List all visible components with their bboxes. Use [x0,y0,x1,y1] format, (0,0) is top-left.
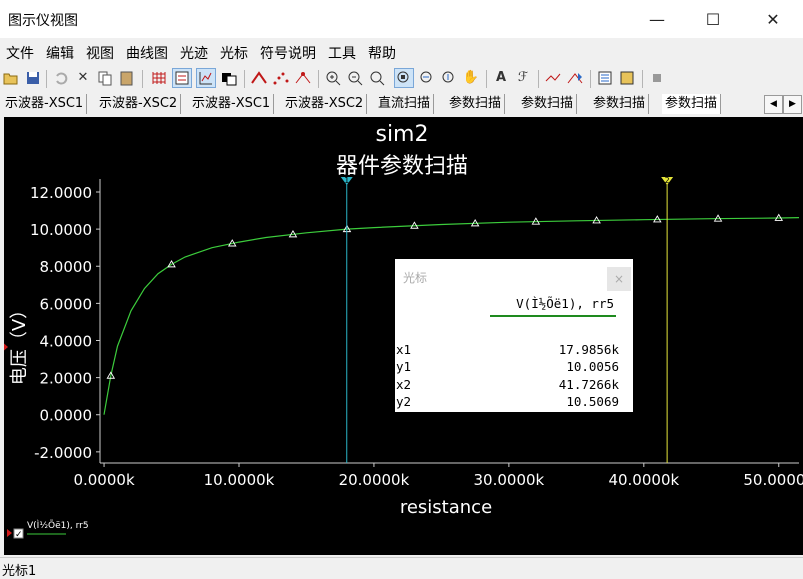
y-tick-label: 6.0000 [40,295,93,313]
tab-oscilloscope-xsc1[interactable]: 示波器-XSC1 [2,94,88,114]
zoom-area-icon[interactable] [394,68,414,88]
menu-file[interactable]: 文件 [0,40,40,63]
export-icon[interactable] [596,69,614,87]
graph-icon[interactable] [196,68,216,88]
x-tick-label: 10.0000k [204,471,275,489]
tab-param-sweep-3[interactable]: 参数扫描 [590,94,650,114]
status-text: 光标1 [2,564,37,579]
zoom-y-icon[interactable] [440,69,458,87]
chart-subtitle: 器件参数扫描 [336,154,468,179]
menu-legend[interactable]: 符号说明 [254,40,322,63]
zoom-fit-icon[interactable] [368,69,386,87]
tab-param-sweep-2[interactable]: 参数扫描 [518,94,578,114]
legend-icon[interactable] [172,68,192,88]
paste-icon[interactable] [118,69,136,87]
y-tick-label: 0.0000 [40,407,93,425]
markers-icon[interactable] [294,69,312,87]
tab-strip: 示波器-XSC1 示波器-XSC2 示波器-XSC1 示波器-XSC2 直流扫描… [0,93,803,115]
x-tick-label: 40.0000k [608,471,679,489]
tab-param-sweep-1[interactable]: 参数扫描 [446,94,506,114]
menu-help[interactable]: 帮助 [362,40,402,63]
minimize-button[interactable]: — [634,0,680,38]
tab-scroll-left-icon[interactable]: ◀ [764,95,783,114]
x-tick-label: 20.0000k [339,471,410,489]
y-tick-label: -2.0000 [34,444,92,462]
dots-icon[interactable] [272,69,290,87]
y-tick-label: 4.0000 [40,332,93,350]
text-icon[interactable]: A [492,69,510,87]
status-bar: 光标1 [0,557,803,579]
overlay-icon[interactable] [220,69,238,87]
legend-check-icon: ✓ [15,530,23,540]
pan-icon[interactable]: ✋ [462,69,480,87]
x-tick-label: 0.0000k [73,471,134,489]
copy-icon[interactable] [96,69,114,87]
tab-dc-sweep[interactable]: 直流扫描 [375,94,435,114]
chart-legend: ✓ V(Ì½Õë1), rr5 [4,517,124,547]
x-tick-label: 30.0000k [474,471,545,489]
stop-icon[interactable] [648,69,666,87]
zoom-out-icon[interactable] [346,69,364,87]
menu-graph[interactable]: 曲线图 [120,40,174,63]
cursor-panel-title: 光标 [403,271,428,285]
chart-title: sim2 [375,122,428,147]
window-title: 图示仪视图 [8,13,78,29]
go-marker-icon[interactable] [566,69,584,87]
grid-icon[interactable] [150,69,168,87]
maximize-button[interactable]: ☐ [690,0,736,38]
y-tick-label: 8.0000 [40,258,93,276]
cursor-icon[interactable] [544,69,562,87]
menu-tools[interactable]: 工具 [322,40,362,63]
trace-icon[interactable] [250,69,268,87]
legend-marker-icon [7,529,12,537]
y-tick-label: 10.0000 [30,221,92,239]
font-icon[interactable]: ℱ [514,69,532,87]
menu-view[interactable]: 视图 [80,40,120,63]
undo-icon[interactable] [52,69,70,87]
zoom-in-icon[interactable] [324,69,342,87]
tab-scroll-right-icon[interactable]: ▶ [783,95,802,114]
save-icon[interactable] [24,69,42,87]
cursor-panel-close-button[interactable]: × [607,267,631,291]
cursor-panel-header: 光标 × [395,259,633,291]
y-tick-label: 12.0000 [30,184,92,202]
x-axis-label: resistance [400,497,492,518]
tab-oscilloscope-xsc2[interactable]: 示波器-XSC2 [96,94,182,114]
close-button[interactable]: ✕ [750,0,796,38]
cursor-panel-underline [490,315,616,317]
menu-trace[interactable]: 光迹 [174,40,214,63]
cursor-1-label: 1 [344,176,349,185]
legend-label: V(Ì½Õë1), rr5 [27,519,89,531]
cursor-panel[interactable]: 光标 × V(Ì½Õë1), rr5 x1 17.9856k y1 10.0056 … [395,259,633,412]
y-tick-label: 2.0000 [40,370,93,388]
tab-param-sweep-4[interactable]: 参数扫描 [662,94,722,114]
cursor-row: x2 41.7266k [396,377,619,392]
transfer-icon[interactable] [618,69,636,87]
cursor-row: x1 17.9856k [396,342,619,357]
menu-bar: 文件 编辑 视图 曲线图 光迹 光标 符号说明 工具 帮助 [0,40,803,64]
toolbar: ✕ ✋ A ℱ [0,66,803,92]
open-icon[interactable] [2,69,20,87]
x-tick-label: 50.0000k [743,471,803,489]
cursor-row: y2 10.5069 [396,394,619,409]
y-axis-label: 电压（V） [9,301,30,385]
menu-cursor[interactable]: 光标 [214,40,254,63]
menu-edit[interactable]: 编辑 [40,40,80,63]
tab-oscilloscope-xsc2-2[interactable]: 示波器-XSC2 [282,94,368,114]
cursor-row: y1 10.0056 [396,359,619,374]
cursor-panel-column-header: V(Ì½Õë1), rr5 [516,296,614,311]
cursor-2-label: 2 [665,176,670,185]
y-axis-marker-icon [0,340,8,354]
zoom-x-icon[interactable] [418,69,436,87]
cut-icon[interactable]: ✕ [74,69,92,87]
tab-oscilloscope-xsc1-2[interactable]: 示波器-XSC1 [189,94,275,114]
title-bar: 图示仪视图 — ☐ ✕ [0,0,803,38]
